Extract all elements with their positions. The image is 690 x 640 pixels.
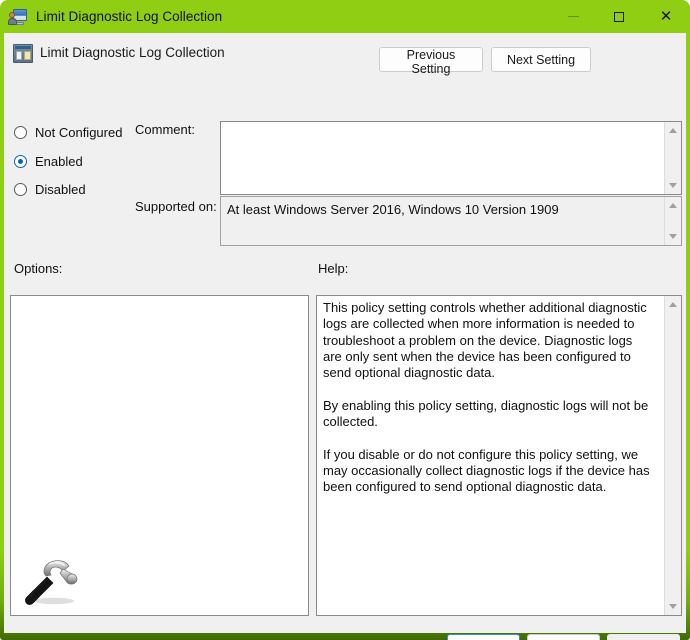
- scroll-down-arrow-icon: [669, 234, 677, 239]
- radio-enabled[interactable]: Enabled: [14, 154, 83, 169]
- setting-name: Limit Diagnostic Log Collection: [40, 45, 225, 60]
- hammer-icon: [22, 556, 84, 606]
- help-panel[interactable]: This policy setting controls whether add…: [316, 295, 682, 616]
- supported-scroll-down-button[interactable]: [665, 228, 682, 245]
- comment-input[interactable]: [220, 121, 682, 195]
- cancel-button[interactable]: Cancel: [527, 634, 600, 640]
- supported-on-field: At least Windows Server 2016, Windows 10…: [220, 196, 682, 246]
- policy-setting-dialog: Limit Diagnostic Log Collection ✕ Limit …: [0, 0, 690, 640]
- options-panel[interactable]: [10, 295, 309, 616]
- scroll-up-arrow-icon: [669, 203, 677, 208]
- supported-on-label: Supported on:: [135, 199, 217, 214]
- title-bar[interactable]: Limit Diagnostic Log Collection ✕: [0, 0, 690, 33]
- help-scroll-down-button[interactable]: [665, 598, 682, 615]
- radio-disabled[interactable]: Disabled: [14, 182, 86, 197]
- help-label: Help:: [318, 261, 348, 276]
- scroll-up-arrow-icon: [669, 302, 677, 307]
- minimize-button[interactable]: [550, 0, 596, 33]
- supported-on-value: At least Windows Server 2016, Windows 10…: [227, 202, 661, 217]
- radio-not-configured-label: Not Configured: [35, 125, 122, 140]
- close-button[interactable]: ✕: [642, 0, 690, 33]
- policy-user-computer-icon: [9, 8, 27, 25]
- radio-disabled-label: Disabled: [35, 182, 86, 197]
- maximize-button[interactable]: [596, 0, 642, 33]
- dialog-body: Limit Diagnostic Log Collection Previous…: [4, 33, 686, 633]
- ok-button[interactable]: OK: [447, 634, 520, 640]
- supported-scroll-up-button[interactable]: [665, 197, 682, 214]
- close-icon: ✕: [660, 9, 673, 24]
- window-controls: ✕: [550, 0, 690, 33]
- comment-label: Comment:: [135, 122, 195, 137]
- help-text: This policy setting controls whether add…: [323, 300, 654, 496]
- group-policy-setting-icon: [13, 44, 33, 63]
- minimize-icon: [568, 16, 579, 17]
- supported-on-scrollbar[interactable]: [664, 197, 681, 245]
- scroll-up-arrow-icon: [669, 128, 677, 133]
- previous-setting-button[interactable]: Previous Setting: [379, 47, 483, 72]
- next-setting-button[interactable]: Next Setting: [491, 47, 591, 72]
- radio-not-configured[interactable]: Not Configured: [14, 125, 122, 140]
- help-scrollbar[interactable]: [664, 296, 681, 615]
- window-title: Limit Diagnostic Log Collection: [36, 9, 222, 24]
- comment-scrollbar[interactable]: [664, 122, 681, 194]
- comment-scroll-down-button[interactable]: [665, 177, 682, 194]
- options-label: Options:: [14, 261, 62, 276]
- radio-disabled-indicator: [14, 183, 27, 196]
- apply-button: Apply: [607, 634, 680, 640]
- comment-scroll-up-button[interactable]: [665, 122, 682, 139]
- radio-enabled-indicator: [14, 155, 27, 168]
- help-scroll-up-button[interactable]: [665, 296, 682, 313]
- maximize-icon: [614, 12, 624, 22]
- radio-not-configured-indicator: [14, 126, 27, 139]
- scroll-down-arrow-icon: [669, 183, 677, 188]
- radio-enabled-label: Enabled: [35, 154, 83, 169]
- scroll-down-arrow-icon: [669, 604, 677, 609]
